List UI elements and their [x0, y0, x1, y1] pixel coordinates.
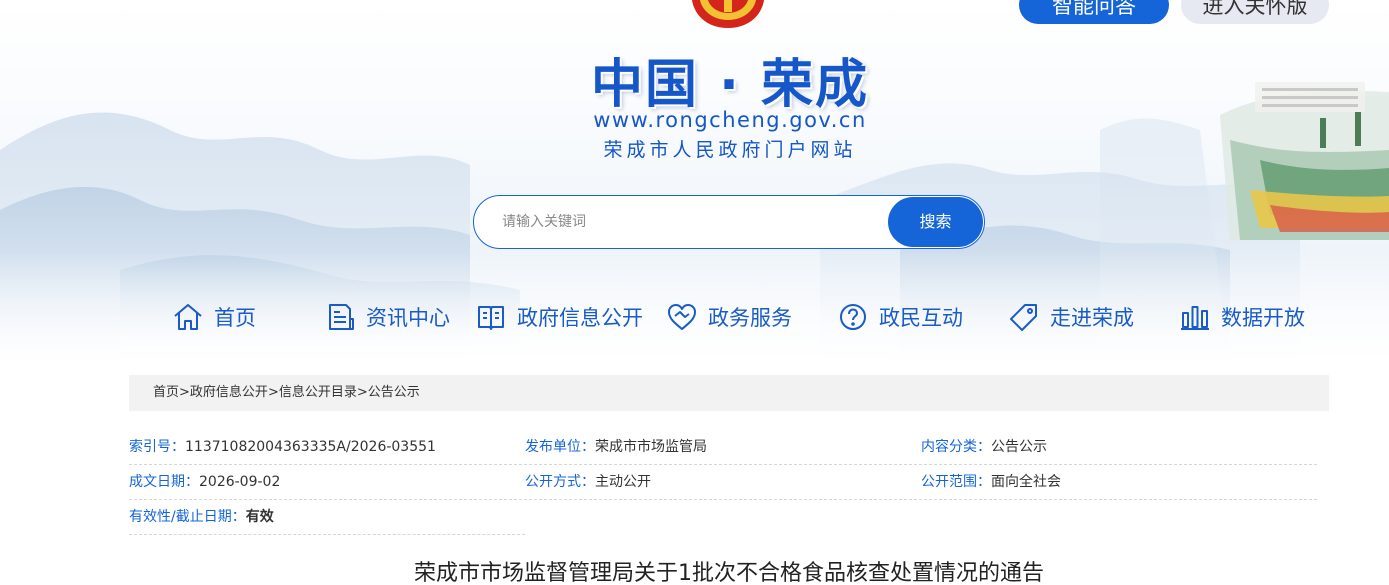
ai-qa-button[interactable]: 智能问答 [1019, 0, 1169, 24]
meta-value: 荣成市市场监管局 [595, 439, 707, 455]
meta-row: 有效性/截止日期：有效 [129, 500, 525, 535]
meta-value: 公告公示 [991, 439, 1047, 455]
meta-key: 索引号： [129, 439, 185, 455]
nav-item-gov-info[interactable]: 政府信息公开 [475, 297, 643, 337]
breadcrumb-home[interactable]: 首页 [153, 385, 179, 400]
meta-key: 成文日期： [129, 474, 199, 490]
meta-value: 有效 [245, 509, 274, 525]
meta-date: 成文日期：2026-09-02 [129, 465, 280, 500]
article-title: 荣成市市场监督管理局关于1批次不合格食品核查处置情况的通告 [414, 561, 1044, 585]
search-input[interactable] [502, 196, 882, 248]
meta-method: 公开方式：主动公开 [525, 465, 651, 500]
site-title: 中国 · 荣成 [591, 55, 869, 115]
bar-chart-icon [1179, 301, 1211, 333]
main-nav: 首页 资讯中心 政府信息公开 政务服务 政民互动 走进荣成 数据开放 [0, 297, 1389, 337]
nav-item-interaction[interactable]: 政民互动 [837, 297, 963, 337]
tag-icon [1008, 301, 1040, 333]
nav-item-home[interactable]: 首页 [172, 297, 256, 337]
nav-item-label: 首页 [214, 306, 256, 330]
news-icon [324, 301, 356, 333]
nav-item-about[interactable]: 走进荣成 [1008, 297, 1134, 337]
meta-value: 2026-09-02 [199, 474, 281, 490]
meta-validity: 有效性/截止日期：有效 [129, 500, 274, 535]
question-icon [837, 301, 869, 333]
document-metadata: 索引号：11371082004363335A/2026-03551 发布单位：荣… [129, 430, 1317, 535]
breadcrumb-catalog[interactable]: 信息公开目录 [279, 385, 357, 400]
site-url: www.rongcheng.gov.cn [593, 108, 867, 132]
breadcrumb-separator: > [267, 385, 279, 400]
breadcrumb: 首页>政府信息公开>信息公开目录>公告公示 [129, 375, 1329, 411]
breadcrumb-gov-info[interactable]: 政府信息公开 [190, 385, 268, 400]
handshake-icon [666, 301, 698, 333]
meta-key: 内容分类： [921, 439, 991, 455]
nav-item-label: 政务服务 [708, 306, 792, 330]
nav-item-label: 走进荣成 [1050, 306, 1134, 330]
meta-category: 内容分类：公告公示 [921, 430, 1047, 465]
meta-value: 11371082004363335A/2026-03551 [185, 439, 436, 455]
search-button[interactable]: 搜索 [888, 197, 983, 247]
site-subtitle: 荣成市人民政府门户网站 [603, 139, 857, 161]
home-icon [172, 301, 204, 333]
nav-item-gov-services[interactable]: 政务服务 [666, 297, 792, 337]
care-mode-button[interactable]: 进入关怀版 [1181, 0, 1329, 24]
nav-item-label: 数据开放 [1221, 306, 1305, 330]
breadcrumb-announcements[interactable]: 公告公示 [368, 385, 420, 400]
meta-value: 主动公开 [595, 474, 651, 490]
meta-index-number: 索引号：11371082004363335A/2026-03551 [129, 430, 436, 465]
nav-item-open-data[interactable]: 数据开放 [1179, 297, 1305, 337]
meta-key: 发布单位： [525, 439, 595, 455]
national-emblem-icon [692, 0, 764, 28]
meta-scope: 公开范围：面向全社会 [921, 465, 1061, 500]
meta-key: 公开方式： [525, 474, 595, 490]
nav-item-label: 资讯中心 [366, 306, 450, 330]
search-bar: 搜索 [473, 195, 985, 249]
breadcrumb-separator: > [179, 385, 190, 400]
meta-key: 公开范围： [921, 474, 991, 490]
meta-key: 有效性/截止日期： [129, 509, 246, 525]
nav-item-news[interactable]: 资讯中心 [324, 297, 450, 337]
nav-item-label: 政府信息公开 [517, 306, 643, 330]
nav-item-label: 政民互动 [879, 306, 963, 330]
meta-row: 索引号：11371082004363335A/2026-03551 发布单位：荣… [129, 430, 1317, 465]
book-icon [475, 301, 507, 333]
breadcrumb-separator: > [356, 385, 368, 400]
meta-value: 面向全社会 [991, 474, 1061, 490]
meta-publisher: 发布单位：荣成市市场监管局 [525, 430, 707, 465]
meta-row: 成文日期：2026-09-02 公开方式：主动公开 公开范围：面向全社会 [129, 465, 1317, 500]
